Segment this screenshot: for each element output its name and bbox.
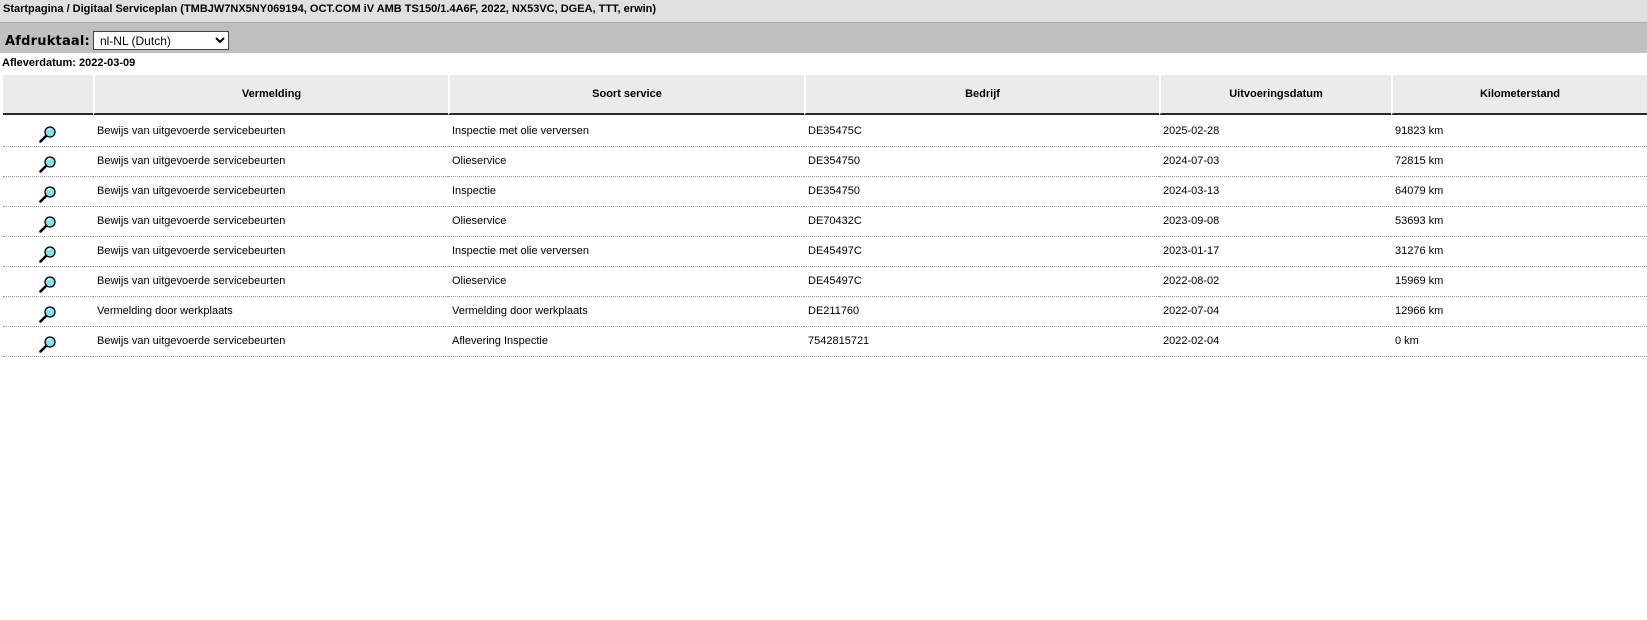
cell-kilometerstand: 0 km	[1391, 327, 1647, 357]
cell-vermelding: Bewijs van uitgevoerde servicebeurten	[93, 207, 448, 237]
cell-soort-service: Vermelding door werkplaats	[448, 297, 804, 327]
row-view-cell	[3, 115, 93, 147]
column-header-icon	[3, 75, 93, 115]
cell-kilometerstand: 53693 km	[1391, 207, 1647, 237]
magnifier-icon[interactable]	[39, 275, 57, 293]
cell-vermelding: Bewijs van uitgevoerde servicebeurten	[93, 267, 448, 297]
service-table: Vermelding Soort service Bedrijf Uitvoer…	[3, 75, 1647, 357]
cell-bedrijf: DE35475C	[804, 115, 1159, 147]
table-row: Bewijs van uitgevoerde servicebeurten Ins…	[3, 177, 1647, 207]
column-header-bedrijf[interactable]: Bedrijf	[804, 75, 1159, 115]
language-label: Afdruktaal:	[5, 33, 90, 49]
cell-uitvoeringsdatum: 2024-07-03	[1159, 147, 1391, 177]
cell-soort-service: Olieservice	[448, 207, 804, 237]
cell-kilometerstand: 91823 km	[1391, 115, 1647, 147]
cell-bedrijf: DE70432C	[804, 207, 1159, 237]
cell-vermelding: Bewijs van uitgevoerde servicebeurten	[93, 327, 448, 357]
cell-vermelding: Bewijs van uitgevoerde servicebeurten	[93, 177, 448, 207]
cell-bedrijf: DE354750	[804, 177, 1159, 207]
cell-vermelding: Bewijs van uitgevoerde servicebeurten	[93, 115, 448, 147]
cell-soort-service: Aflevering Inspectie	[448, 327, 804, 357]
table-header-row: Vermelding Soort service Bedrijf Uitvoer…	[3, 75, 1647, 115]
table-row: Vermelding door werkplaats Vermelding doo…	[3, 297, 1647, 327]
table-row: Bewijs van uitgevoerde servicebeurten Oli…	[3, 147, 1647, 177]
row-view-cell	[3, 267, 93, 297]
column-header-uitvoeringsdatum[interactable]: Uitvoeringsdatum	[1159, 75, 1391, 115]
cell-bedrijf: DE211760	[804, 297, 1159, 327]
row-view-cell	[3, 177, 93, 207]
column-header-vermelding[interactable]: Vermelding	[93, 75, 448, 115]
cell-uitvoeringsdatum: 2022-08-02	[1159, 267, 1391, 297]
cell-vermelding: Bewijs van uitgevoerde servicebeurten	[93, 237, 448, 267]
row-view-cell	[3, 237, 93, 267]
column-header-soort-service[interactable]: Soort service	[448, 75, 804, 115]
row-view-cell	[3, 207, 93, 237]
magnifier-icon[interactable]	[39, 245, 57, 263]
cell-uitvoeringsdatum: 2023-01-17	[1159, 237, 1391, 267]
magnifier-icon[interactable]	[39, 155, 57, 173]
delivery-date: Afleverdatum: 2022-03-09	[2, 57, 136, 69]
cell-uitvoeringsdatum: 2022-07-04	[1159, 297, 1391, 327]
table-row: Bewijs van uitgevoerde servicebeurten Afl…	[3, 327, 1647, 357]
cell-bedrijf: 7542815721	[804, 327, 1159, 357]
cell-bedrijf: DE45497C	[804, 267, 1159, 297]
table-row: Bewijs van uitgevoerde servicebeurten Ins…	[3, 115, 1647, 147]
language-select[interactable]: nl-NL (Dutch)	[92, 31, 229, 50]
row-view-cell	[3, 327, 93, 357]
cell-bedrijf: DE354750	[804, 147, 1159, 177]
table-row: Bewijs van uitgevoerde servicebeurten Oli…	[3, 207, 1647, 237]
cell-kilometerstand: 12966 km	[1391, 297, 1647, 327]
breadcrumb: Startpagina / Digitaal Serviceplan (TMBJ…	[0, 0, 1647, 23]
magnifier-icon[interactable]	[39, 185, 57, 203]
cell-vermelding: Vermelding door werkplaats	[93, 297, 448, 327]
cell-kilometerstand: 64079 km	[1391, 177, 1647, 207]
table-row: Bewijs van uitgevoerde servicebeurten Ins…	[3, 237, 1647, 267]
cell-uitvoeringsdatum: 2025-02-28	[1159, 115, 1391, 147]
cell-kilometerstand: 15969 km	[1391, 267, 1647, 297]
table-row: Bewijs van uitgevoerde servicebeurten Oli…	[3, 267, 1647, 297]
cell-vermelding: Bewijs van uitgevoerde servicebeurten	[93, 147, 448, 177]
magnifier-icon[interactable]	[39, 215, 57, 233]
magnifier-icon[interactable]	[39, 125, 57, 143]
language-bar: Afdruktaal: nl-NL (Dutch)	[0, 23, 1647, 53]
cell-uitvoeringsdatum: 2024-03-13	[1159, 177, 1391, 207]
cell-kilometerstand: 31276 km	[1391, 237, 1647, 267]
cell-soort-service: Inspectie	[448, 177, 804, 207]
cell-soort-service: Inspectie met olie verversen	[448, 237, 804, 267]
cell-soort-service: Olieservice	[448, 267, 804, 297]
cell-bedrijf: DE45497C	[804, 237, 1159, 267]
cell-kilometerstand: 72815 km	[1391, 147, 1647, 177]
cell-soort-service: Inspectie met olie verversen	[448, 115, 804, 147]
row-view-cell	[3, 147, 93, 177]
magnifier-icon[interactable]	[39, 335, 57, 353]
column-header-kilometerstand[interactable]: Kilometerstand	[1391, 75, 1647, 115]
magnifier-icon[interactable]	[39, 305, 57, 323]
cell-uitvoeringsdatum: 2022-02-04	[1159, 327, 1391, 357]
row-view-cell	[3, 297, 93, 327]
cell-uitvoeringsdatum: 2023-09-08	[1159, 207, 1391, 237]
cell-soort-service: Olieservice	[448, 147, 804, 177]
